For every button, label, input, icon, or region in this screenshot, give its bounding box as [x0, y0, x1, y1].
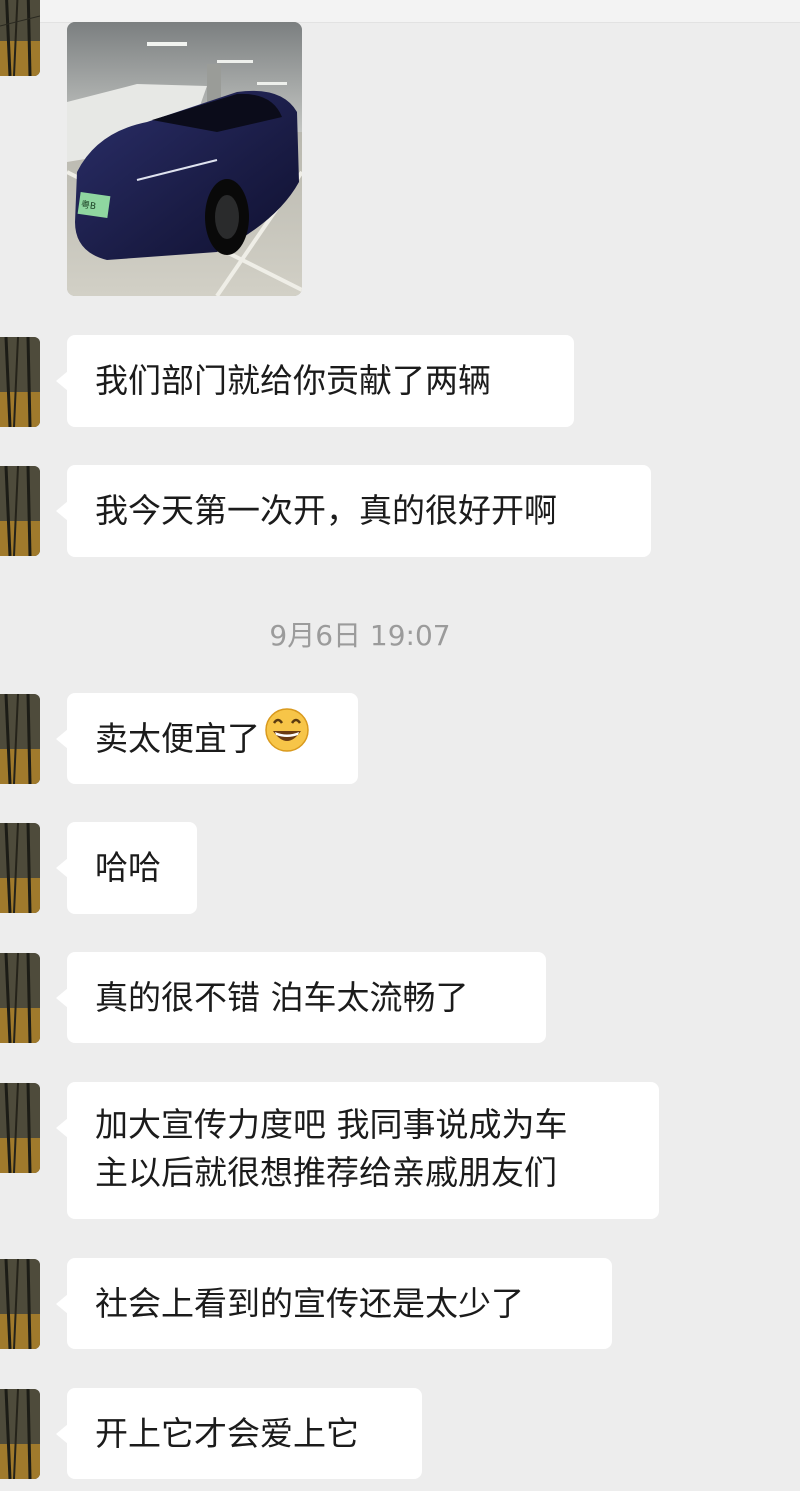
grinning-face-icon	[264, 707, 310, 768]
avatar[interactable]	[0, 1259, 40, 1349]
message-text: 社会上看到的宣传还是太少了	[95, 1284, 524, 1323]
message-text-line: 加大宣传力度吧 我同事说成为车	[95, 1105, 568, 1144]
avatar[interactable]	[0, 0, 40, 76]
message-bubble[interactable]: 卖太便宜了	[56, 693, 358, 784]
avatar[interactable]	[0, 466, 40, 556]
message-text: 开上它才会爱上它	[95, 1414, 359, 1453]
message-text: 哈哈	[95, 848, 161, 887]
avatar[interactable]	[0, 337, 40, 427]
message-text: 我们部门就给你贡献了两辆	[95, 361, 491, 400]
message-bubble[interactable]: 我今天第一次开，真的很好开啊	[56, 465, 651, 557]
avatar[interactable]	[0, 823, 40, 913]
chat-timestamp: 9月6日 19:07	[269, 619, 451, 652]
message-bubble[interactable]: 真的很不错 泊车太流畅了	[56, 952, 546, 1043]
message-text-line: 主以后就很想推荐给亲戚朋友们	[95, 1153, 557, 1192]
car-photo-message[interactable]: 粤B	[67, 22, 302, 296]
top-divider	[0, 0, 800, 23]
avatar[interactable]	[0, 953, 40, 1043]
message-text: 真的很不错 泊车太流畅了	[95, 978, 469, 1017]
car-photo-icon: 粤B	[67, 22, 302, 296]
message-bubble[interactable]: 开上它才会爱上它	[56, 1388, 422, 1479]
message-text: 卖太便宜了	[95, 719, 260, 758]
message-bubble[interactable]: 我们部门就给你贡献了两辆	[56, 335, 574, 427]
message-bubble[interactable]: 哈哈	[56, 822, 197, 914]
avatar[interactable]	[0, 694, 40, 784]
message-text: 我今天第一次开，真的很好开啊	[95, 491, 557, 530]
avatar[interactable]	[0, 1389, 40, 1479]
avatar[interactable]	[0, 1083, 40, 1173]
message-bubble[interactable]: 加大宣传力度吧 我同事说成为车 主以后就很想推荐给亲戚朋友们	[56, 1082, 659, 1219]
message-bubble[interactable]: 社会上看到的宣传还是太少了	[56, 1258, 612, 1349]
